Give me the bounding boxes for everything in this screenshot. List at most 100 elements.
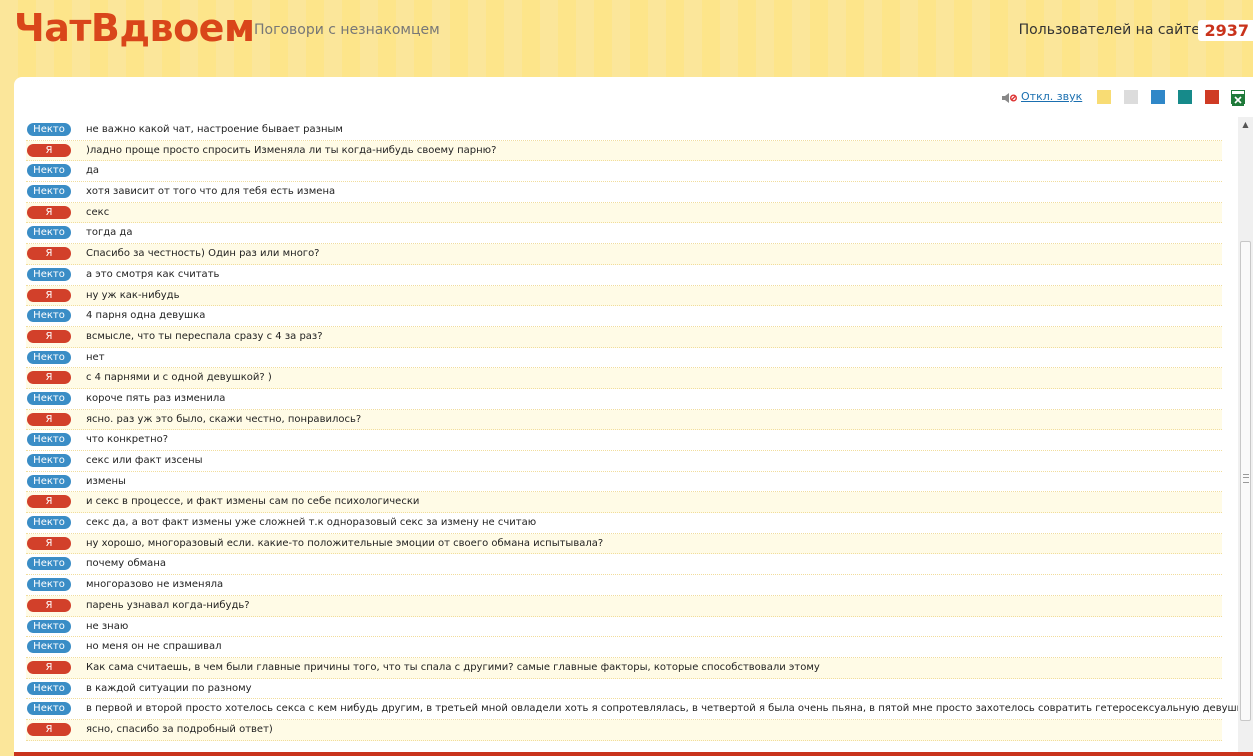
chat-message: Некто секс или факт изсены bbox=[26, 451, 1222, 472]
message-text: не важно какой чат, настроение бывает ра… bbox=[86, 124, 343, 135]
sender-badge-stranger: Некто bbox=[27, 702, 71, 716]
message-text: Спасибо за честность) Один раз или много… bbox=[86, 248, 320, 260]
sender-badge-self: Я bbox=[27, 371, 71, 385]
chat-message: Некто в первой и второй просто хотелось с… bbox=[26, 699, 1249, 720]
chat-panel: Откл. звук Некто не важно какой чат, наст… bbox=[14, 77, 1253, 756]
sender-badge-stranger: Некто bbox=[27, 226, 71, 240]
sender-badge-stranger: Некто bbox=[27, 474, 71, 488]
chat-message: Некто не важно какой чат, настроение быва… bbox=[26, 120, 1222, 141]
message-text: не знаю bbox=[86, 620, 129, 632]
chat-toolbar: Откл. звук bbox=[14, 77, 1253, 117]
sender-badge-stranger: Некто bbox=[27, 454, 71, 467]
sender-badge-self: Я bbox=[27, 660, 71, 674]
message-text: ясно. раз уж это было, скажи честно, пон… bbox=[86, 413, 362, 425]
sender-badge-self: Я bbox=[27, 329, 71, 343]
sender-badge-stranger: Некто bbox=[27, 619, 71, 633]
chat-message: Некто измены bbox=[26, 472, 1222, 493]
speaker-mute-icon[interactable] bbox=[1001, 92, 1017, 104]
message-text: да bbox=[86, 165, 100, 177]
chat-message: Я Спасибо за честность) Один раз или мног… bbox=[26, 244, 1222, 265]
chat-message: Некто многоразово не изменяла bbox=[26, 575, 1222, 596]
message-list: Некто не важно какой чат, настроение быва… bbox=[26, 120, 1249, 741]
bottom-bar bbox=[14, 752, 1253, 756]
excel-icon bbox=[1232, 94, 1244, 106]
sender-badge-stranger: Некто bbox=[27, 123, 71, 136]
message-text: но меня он не спрашивал bbox=[86, 641, 222, 653]
mute-sound-link[interactable]: Откл. звук bbox=[1021, 90, 1082, 103]
message-text: короче пять раз изменила bbox=[86, 392, 226, 404]
message-text: ну уж как-нибудь bbox=[86, 289, 180, 301]
message-text: и секс в процессе, и факт измены сам по … bbox=[86, 496, 420, 508]
message-text: 4 парня одна девушка bbox=[86, 310, 206, 322]
chat-message: Некто да bbox=[26, 161, 1222, 183]
users-online-label: Пользователей на сайте bbox=[1018, 22, 1200, 38]
chat-message: Явсмысле, что ты переспала сразу с 4 за … bbox=[26, 326, 1222, 348]
message-text: ясно, спасибо за подробный ответ) bbox=[86, 723, 273, 735]
message-text: в каждой ситуации по разному bbox=[86, 682, 252, 694]
chat-message: Япарень узнавал когда-нибудь? bbox=[26, 595, 1222, 617]
theme-swatch-teal[interactable] bbox=[1178, 90, 1192, 104]
sender-badge-self: Я bbox=[27, 722, 71, 736]
theme-swatch-blue[interactable] bbox=[1151, 90, 1165, 104]
message-text: почему обмана bbox=[86, 558, 166, 570]
message-text: что конкретно? bbox=[86, 434, 169, 446]
chat-message: Некто почему обмана bbox=[26, 554, 1222, 576]
chat-message: Некто 4 парня одна девушка bbox=[26, 306, 1222, 327]
scroll-thumb[interactable] bbox=[1240, 241, 1251, 721]
sender-badge-stranger: Некто bbox=[27, 681, 71, 695]
sender-badge-self: Я bbox=[27, 412, 71, 426]
theme-swatch-gray[interactable] bbox=[1124, 90, 1138, 104]
sender-badge-self: Я bbox=[27, 288, 71, 302]
chat-message: Яи секс в процессе, и факт измены сам по… bbox=[26, 492, 1222, 514]
sender-badge-stranger: Некто bbox=[27, 267, 71, 281]
message-text: секс bbox=[86, 206, 110, 218]
message-text: всмысле, что ты переспала сразу с 4 за р… bbox=[86, 330, 323, 342]
sender-badge-stranger: Некто bbox=[27, 557, 71, 571]
message-text: измены bbox=[86, 475, 126, 487]
message-text: секс или факт изсены bbox=[86, 455, 203, 466]
sender-badge-stranger: Некто bbox=[27, 185, 71, 199]
message-text: многоразово не изменяла bbox=[86, 579, 224, 591]
message-text: хотя зависит от того что для тебя есть и… bbox=[86, 186, 336, 198]
chat-message: Некто хотя зависит от того что для тебя е… bbox=[26, 182, 1222, 203]
sender-badge-stranger: Некто bbox=[27, 350, 71, 364]
sender-badge-self: Я bbox=[27, 247, 71, 261]
message-text: нет bbox=[86, 351, 105, 363]
theme-swatch-red[interactable] bbox=[1205, 90, 1219, 104]
theme-swatch-excel[interactable] bbox=[1231, 90, 1245, 106]
site-header: ЧатВдвоем Поговори с незнакомцем Пользов… bbox=[0, 0, 1253, 78]
sender-badge-self: Я bbox=[27, 598, 71, 612]
chat-message: Ясекс bbox=[26, 202, 1222, 224]
scroll-grip-icon bbox=[1243, 474, 1249, 483]
chat-message: Яс 4 парнями и с одной девушкой? ) bbox=[26, 368, 1222, 389]
users-online-count: 2937 bbox=[1198, 20, 1253, 41]
message-text: а это смотря как считать bbox=[86, 268, 220, 280]
chat-message: Некто что конкретно? bbox=[26, 430, 1222, 451]
sender-badge-self: Я bbox=[27, 495, 71, 509]
chat-scrollbar[interactable]: ▲ bbox=[1238, 117, 1253, 756]
site-slogan: Поговори с незнакомцем bbox=[254, 22, 440, 38]
chat-message: Я )ладно проще просто спросить Изменяла л… bbox=[26, 140, 1222, 162]
chat-message: Некто но меня он не спрашивал bbox=[26, 637, 1222, 658]
message-text: )ладно проще просто спросить Изменяла ли… bbox=[86, 144, 497, 156]
sender-badge-stranger: Некто bbox=[27, 433, 71, 447]
sender-badge-self: Я bbox=[27, 143, 71, 157]
chat-message: Яясно, спасибо за подробный ответ) bbox=[26, 719, 1222, 741]
site-logo[interactable]: ЧатВдвоем bbox=[14, 6, 255, 50]
theme-swatch-yellow[interactable] bbox=[1097, 90, 1111, 104]
sender-badge-stranger: Некто bbox=[27, 391, 71, 405]
chat-message: Некто короче пять раз изменила bbox=[26, 389, 1222, 410]
sender-badge-stranger: Некто bbox=[27, 164, 71, 178]
chat-message: Некто секс да, а вот факт измены уже слож… bbox=[26, 513, 1222, 534]
scroll-up-arrow-icon[interactable]: ▲ bbox=[1238, 117, 1253, 132]
chat-message: Некто тогда да bbox=[26, 223, 1222, 245]
sender-badge-self: Я bbox=[27, 205, 71, 219]
chat-message: Некто нет bbox=[26, 348, 1222, 369]
chat-message: Яну хорошо, многоразовый если. какие-то … bbox=[26, 533, 1222, 555]
chat-message: Некто в каждой ситуации по разному bbox=[26, 679, 1222, 700]
chat-message: Некто а это смотря как считать bbox=[26, 265, 1222, 286]
sender-badge-self: Я bbox=[27, 536, 71, 550]
message-text: в первой и второй просто хотелось секса … bbox=[86, 703, 1249, 715]
sender-badge-stranger: Некто bbox=[27, 516, 71, 530]
message-text: Как сама считаешь, в чем были главные пр… bbox=[86, 661, 820, 673]
